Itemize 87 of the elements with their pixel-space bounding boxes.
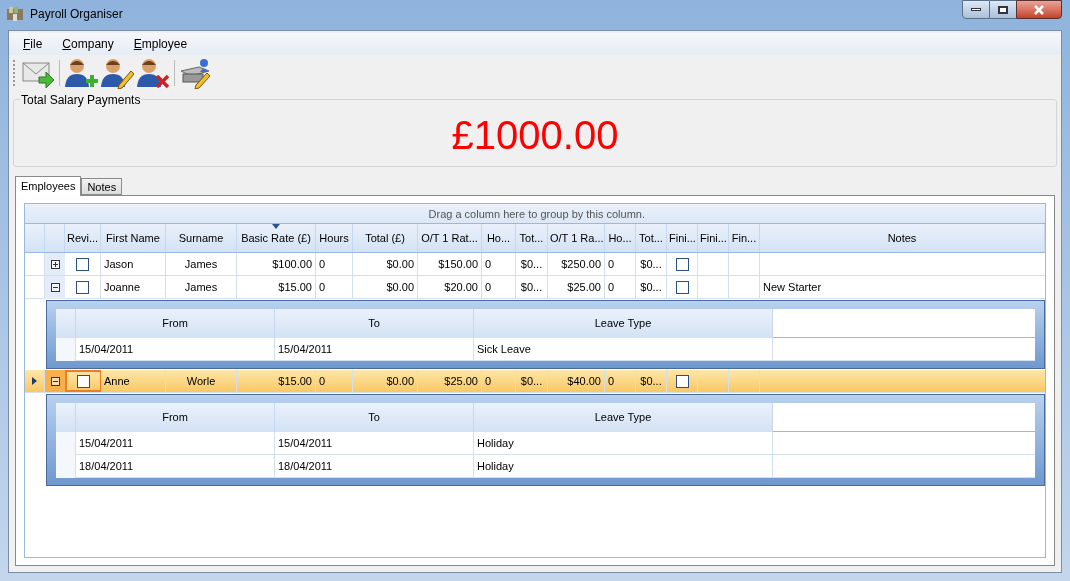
table-cell: $250.00	[548, 253, 605, 275]
expand-icon[interactable]	[50, 259, 60, 269]
table-cell: $0...	[636, 370, 667, 392]
column-header[interactable]: Notes	[760, 224, 1045, 252]
column-header[interactable]: From	[76, 309, 275, 338]
table-cell: 0	[482, 370, 516, 392]
column-header[interactable]: O/T 1 Rat...	[418, 224, 482, 252]
checkbox[interactable]	[675, 374, 689, 388]
table-cell: Jason	[101, 253, 166, 275]
column-header[interactable]: Leave Type	[474, 309, 773, 338]
maximize-icon	[998, 5, 1008, 14]
table-cell: $15.00	[237, 370, 316, 392]
window-title: Payroll Organiser	[30, 6, 123, 22]
table-cell: 0	[605, 253, 636, 275]
column-header[interactable]: To	[275, 403, 474, 432]
checkbox[interactable]	[675, 257, 689, 271]
column-header[interactable]: To	[275, 309, 474, 338]
table-cell: Sick Leave	[474, 338, 773, 361]
delete-person-icon[interactable]	[136, 57, 170, 89]
column-header[interactable]: Fini...	[667, 224, 698, 252]
close-icon	[1033, 4, 1045, 15]
table-cell: 15/04/2011	[76, 338, 275, 361]
close-button[interactable]	[1016, 0, 1062, 19]
minimize-button[interactable]	[962, 0, 990, 19]
desk-pencil-icon[interactable]	[179, 57, 213, 89]
menu-item[interactable]: File	[23, 35, 43, 53]
table-cell: 0	[316, 253, 353, 275]
table-cell: 0	[316, 370, 353, 392]
table-cell: James	[166, 253, 237, 275]
table-cell: 18/04/2011	[76, 455, 275, 478]
column-header[interactable]: Leave Type	[474, 403, 773, 432]
table-cell: 18/04/2011	[275, 455, 474, 478]
column-header[interactable]: O/T 1 Ra...	[548, 224, 605, 252]
menu-item[interactable]: Employee	[133, 35, 188, 53]
header-corner-cell	[56, 309, 76, 338]
table-cell: 15/04/2011	[76, 432, 275, 455]
column-header[interactable]: Total (£)	[353, 224, 418, 252]
maximize-button[interactable]	[990, 0, 1016, 19]
column-header[interactable]: Ho...	[482, 224, 516, 252]
minimize-icon	[971, 8, 981, 11]
column-header[interactable]: Fini...	[698, 224, 729, 252]
table-cell: 15/04/2011	[275, 338, 474, 361]
collapse-icon[interactable]	[50, 376, 60, 386]
column-header[interactable]: Basic Rate (£)	[237, 224, 316, 252]
column-header[interactable]: Tot...	[516, 224, 548, 252]
header-corner-cell	[56, 403, 76, 432]
group-by-hint: Drag a column here to group by this column.	[25, 204, 1045, 224]
checkbox[interactable]	[76, 281, 89, 294]
table-cell: $0...	[636, 253, 667, 275]
table-cell: $0...	[516, 370, 548, 392]
table-cell: $0.00	[353, 370, 418, 392]
column-header[interactable]: First Name	[101, 224, 166, 252]
table-cell-text: New Starter	[762, 280, 823, 295]
menu-item[interactable]: Company	[62, 35, 114, 53]
column-header[interactable]: Ho...	[605, 224, 636, 252]
checkbox[interactable]	[675, 281, 689, 294]
table-cell: Holiday	[474, 455, 773, 478]
table-cell: Worle	[166, 370, 237, 392]
column-header[interactable]: Surname	[166, 224, 237, 252]
edit-person-icon[interactable]	[100, 57, 134, 89]
table-cell: $0...	[516, 253, 548, 275]
table-cell: 0	[482, 253, 516, 275]
app-icon	[6, 6, 24, 22]
table-cell: $0.00	[353, 253, 418, 275]
add-person-icon[interactable]	[64, 57, 98, 89]
table-cell: $25.00	[418, 370, 482, 392]
table-cell: $40.00	[548, 370, 605, 392]
tab[interactable]: Employees	[15, 176, 82, 196]
column-header[interactable]: From	[76, 403, 275, 432]
table-cell: Anne	[101, 370, 166, 392]
table-cell: Holiday	[474, 432, 773, 455]
header-corner-cell	[45, 224, 65, 252]
table-cell: 15/04/2011	[275, 432, 474, 455]
sort-indicator-icon	[272, 224, 280, 229]
column-header[interactable]: Hours	[316, 224, 353, 252]
total-amount: £1000.00	[451, 112, 619, 159]
collapse-icon[interactable]	[50, 283, 60, 292]
current-row-arrow-icon	[32, 377, 37, 385]
column-header[interactable]: Fin...	[729, 224, 760, 252]
column-header[interactable]: Tot...	[636, 224, 667, 252]
column-header[interactable]: Revi...	[65, 224, 101, 252]
table-cell: $150.00	[418, 253, 482, 275]
checkbox[interactable]	[76, 257, 89, 271]
tab[interactable]: Notes	[81, 178, 123, 195]
table-cell: 0	[605, 370, 636, 392]
checkbox[interactable]	[77, 374, 90, 388]
table-cell: $100.00	[237, 253, 316, 275]
